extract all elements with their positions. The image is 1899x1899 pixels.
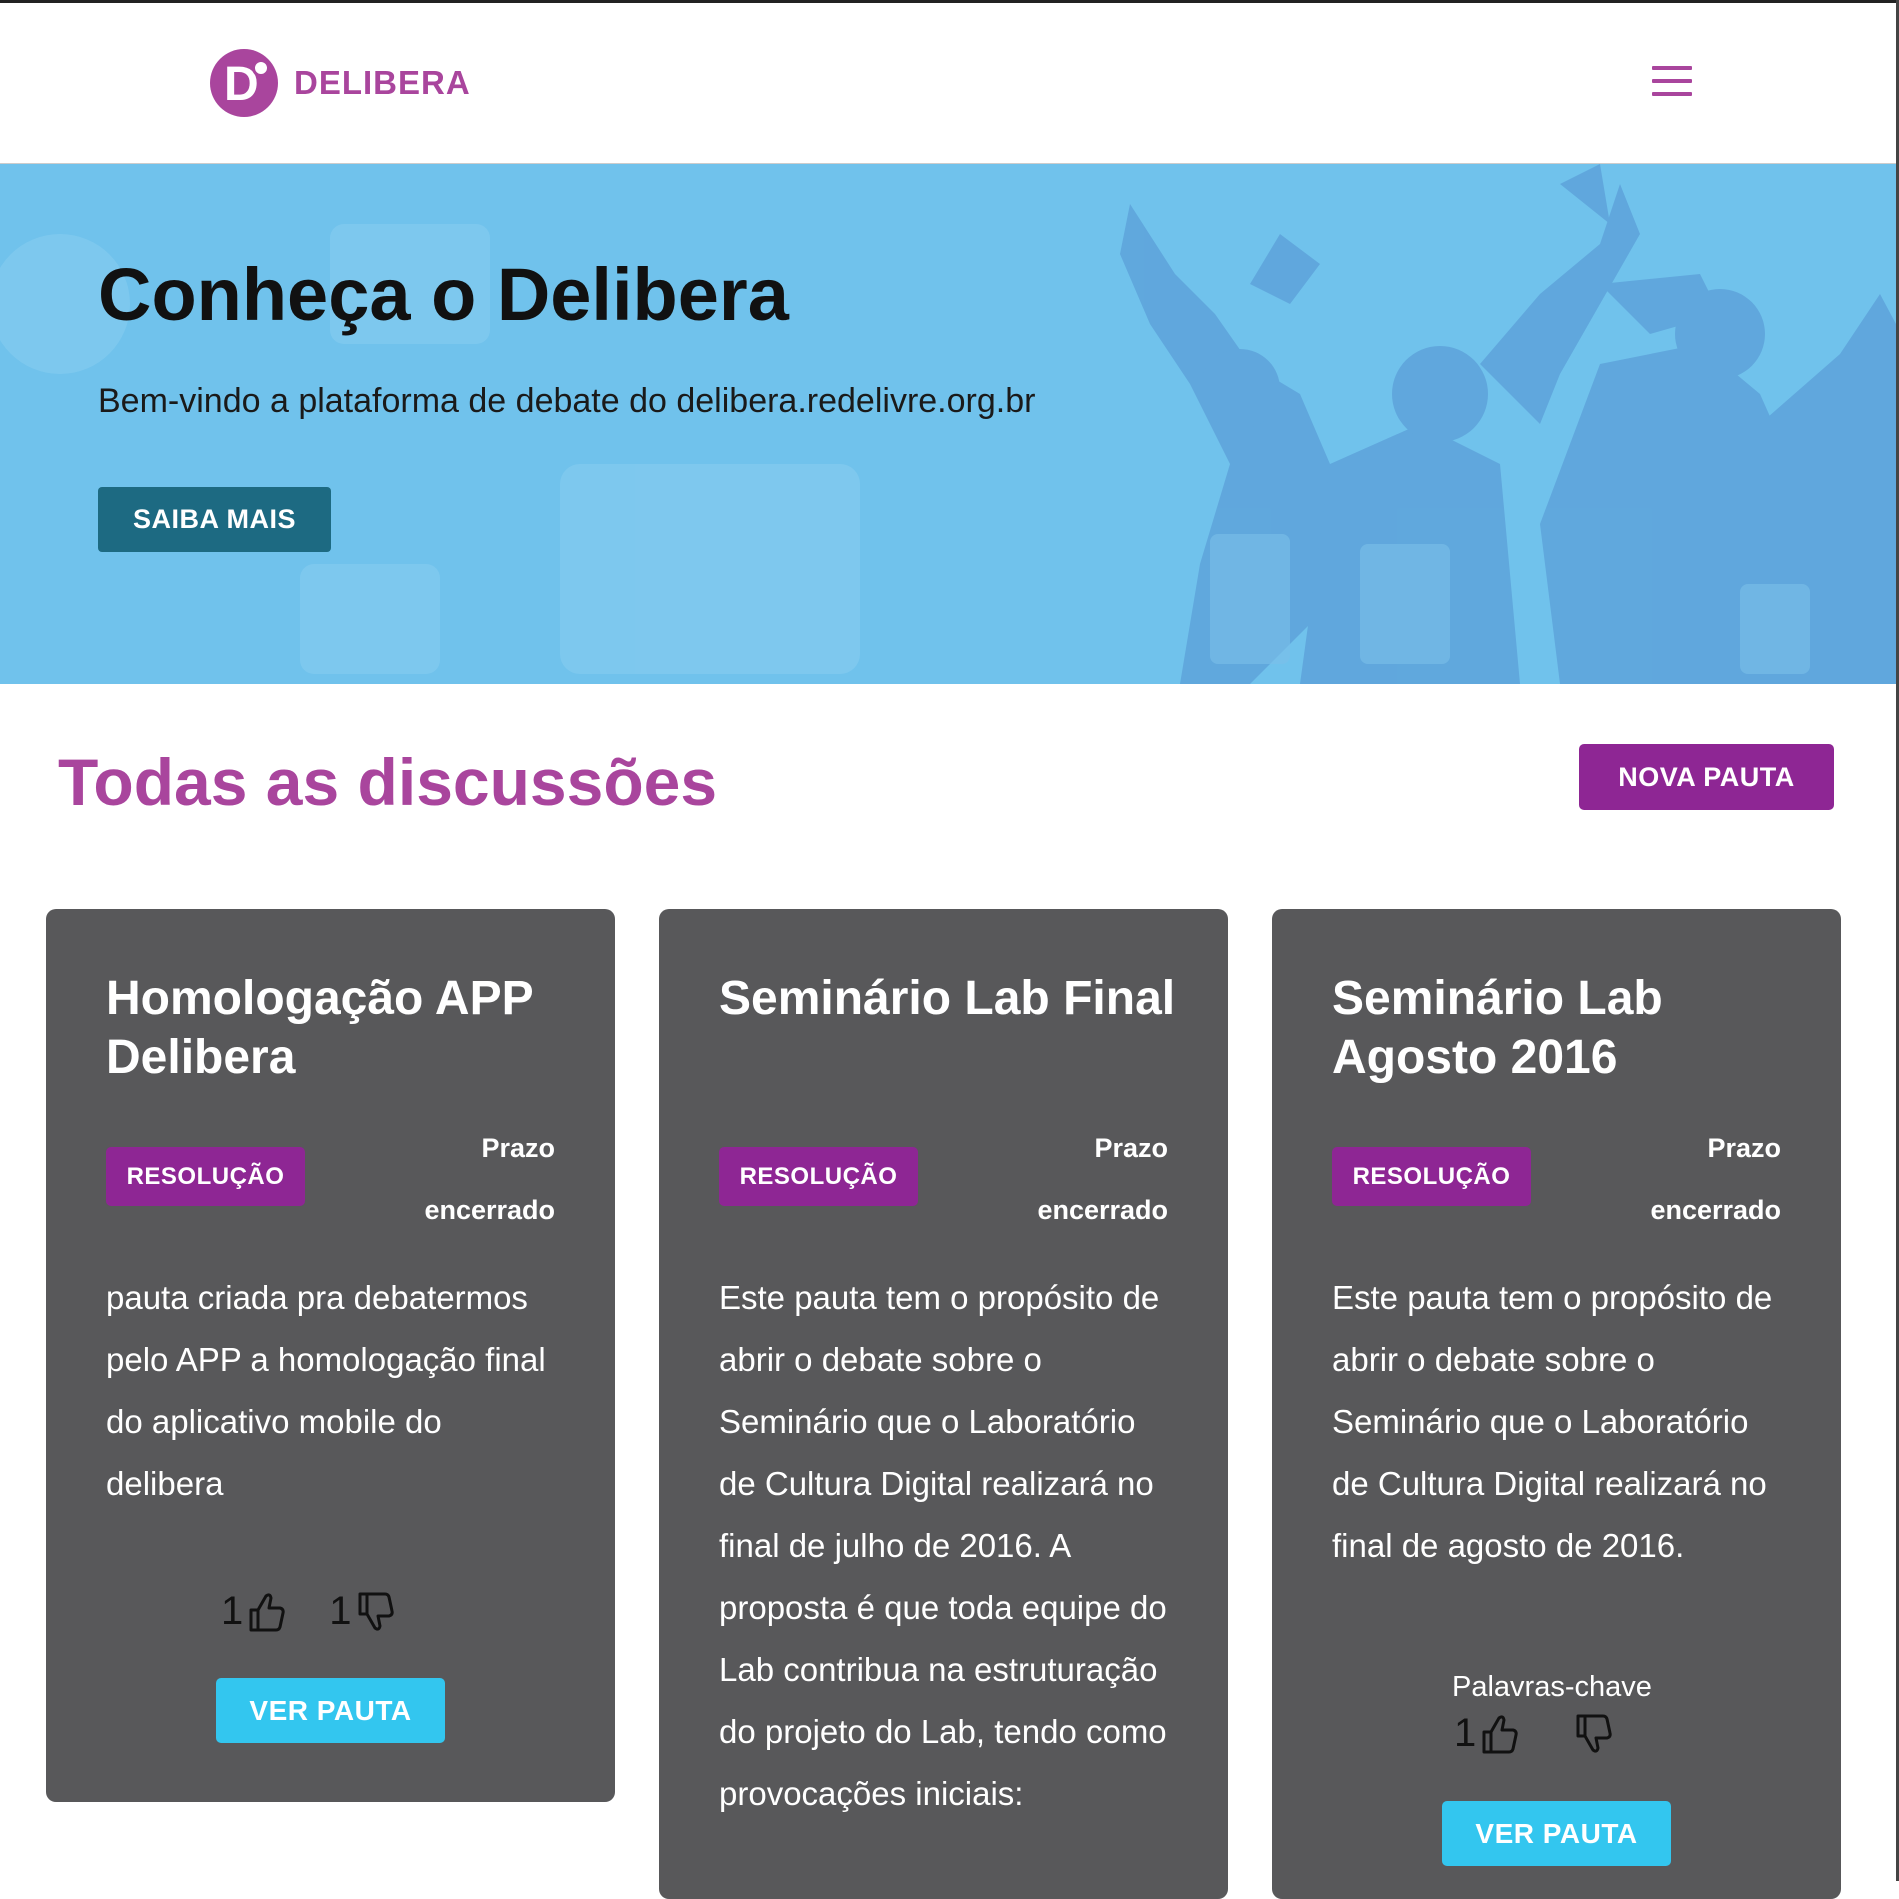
card-description: Este pauta tem o propósito de abrir o de… (1332, 1279, 1773, 1564)
hero-subtitle: Bem-vindo a plataforma de debate do deli… (98, 382, 1036, 420)
prazo-label: Prazo (481, 1133, 555, 1163)
card-title[interactable]: Seminário Lab Agosto 2016 (1332, 969, 1792, 1087)
vote-counters: 1 1 (221, 1589, 438, 1634)
site-header: D DELIBERA (0, 3, 1896, 164)
card-description: Este pauta tem o propósito de abrir o de… (719, 1279, 1167, 1812)
like-vote[interactable]: 1 (1454, 1711, 1520, 1756)
hero-background-illustration (0, 164, 1896, 684)
thumbs-up-icon (1482, 1714, 1518, 1753)
discussion-card: Seminário Lab Agosto 2016 RESOLUÇÃO Praz… (1272, 909, 1841, 1899)
vote-counters: 1 (1454, 1711, 1656, 1756)
logo-icon: D (210, 49, 278, 117)
saiba-mais-button[interactable]: SAIBA MAIS (98, 487, 331, 552)
like-count: 1 (1454, 1711, 1477, 1755)
keywords-label: Palavras-chave (1452, 1671, 1652, 1703)
thumbs-down-icon (1576, 1714, 1612, 1753)
prazo-value: encerrado (424, 1195, 555, 1225)
discussion-card: Seminário Lab Final RESOLUÇÃO Prazo ence… (659, 909, 1228, 1899)
hamburger-menu-icon[interactable] (1652, 66, 1692, 96)
prazo-label: Prazo (1707, 1133, 1781, 1163)
dislike-vote[interactable]: 1 (329, 1589, 395, 1634)
ver-pauta-button[interactable]: VER PAUTA (1442, 1801, 1671, 1866)
status-badge: RESOLUÇÃO (106, 1147, 305, 1206)
like-count: 1 (221, 1589, 244, 1633)
prazo-label: Prazo (1094, 1133, 1168, 1163)
hero-banner: Conheça o Delibera Bem-vindo a plataform… (0, 164, 1896, 684)
like-vote[interactable]: 1 (221, 1589, 287, 1634)
logo-text: DELIBERA (294, 64, 471, 101)
prazo-status: Prazo encerrado (1650, 1117, 1781, 1241)
prazo-value: encerrado (1650, 1195, 1781, 1225)
prazo-value: encerrado (1037, 1195, 1168, 1225)
ver-pauta-button[interactable]: VER PAUTA (216, 1678, 445, 1743)
card-description: pauta criada pra debatermos pelo APP a h… (106, 1279, 546, 1502)
hero-title: Conheça o Delibera (98, 253, 789, 336)
prazo-status: Prazo encerrado (1037, 1117, 1168, 1241)
card-title[interactable]: Seminário Lab Final (719, 969, 1179, 1028)
dislike-vote[interactable] (1570, 1712, 1614, 1756)
status-badge: RESOLUÇÃO (719, 1147, 918, 1206)
discussion-card: Homologação APP Delibera RESOLUÇÃO Prazo… (46, 909, 615, 1802)
logo[interactable]: D DELIBERA (210, 49, 471, 117)
prazo-status: Prazo encerrado (424, 1117, 555, 1241)
card-title[interactable]: Homologação APP Delibera (106, 969, 566, 1087)
logo-dot (252, 59, 270, 77)
nova-pauta-button[interactable]: NOVA PAUTA (1579, 744, 1834, 810)
status-badge: RESOLUÇÃO (1332, 1147, 1531, 1206)
section-title: Todas as discussões (58, 745, 718, 819)
thumbs-up-icon (249, 1592, 285, 1631)
dislike-count: 1 (329, 1589, 352, 1633)
thumbs-down-icon (358, 1592, 394, 1631)
